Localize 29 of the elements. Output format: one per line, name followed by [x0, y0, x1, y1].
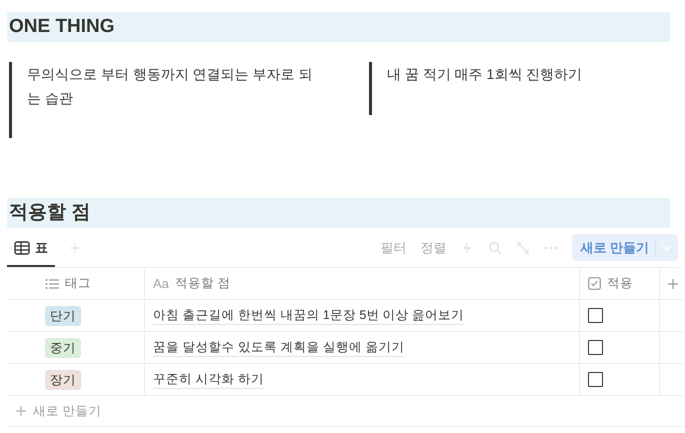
section-heading: 적용할 점: [7, 198, 670, 228]
checkbox[interactable]: [588, 308, 603, 323]
expand-icon[interactable]: [516, 240, 530, 254]
view-tab[interactable]: 표: [7, 228, 55, 267]
list-icon: [45, 278, 59, 290]
tag: 장기: [45, 370, 81, 390]
add-column-icon[interactable]: [666, 278, 678, 290]
new-row-button[interactable]: 새로 만들기: [7, 396, 685, 427]
checkbox-icon: [588, 277, 601, 290]
table-icon: [14, 240, 30, 254]
tag: 중기: [45, 338, 81, 358]
row-title[interactable]: 아침 출근길에 한번씩 내꿈의 1문장 5번 이상 읊어보기: [153, 306, 464, 324]
quote-text: 내 꿈 적기 매주 1회씩 진행하기: [387, 65, 584, 84]
row-title[interactable]: 꾸준히 시각화 하기: [153, 370, 264, 388]
checkbox[interactable]: [588, 340, 603, 355]
filter-button[interactable]: 필터: [380, 238, 406, 256]
new-button[interactable]: 새로 만들기: [572, 234, 678, 261]
column-header[interactable]: 태그: [7, 268, 145, 299]
row-title[interactable]: 꿈을 달성할수 있도록 계획을 실행에 옮기기: [153, 338, 404, 356]
plus-icon[interactable]: [69, 242, 81, 254]
checkbox[interactable]: [588, 372, 603, 387]
tag: 단기: [45, 306, 81, 326]
sort-button[interactable]: 정렬: [420, 238, 446, 256]
section-heading: ONE THING: [7, 12, 670, 42]
quote-text: 무의식으로 부터 행동까지 연결되는 부자로 되는 습관: [27, 65, 314, 108]
plus-icon: [15, 405, 27, 417]
column-header[interactable]: Aa 적용할 점: [145, 268, 580, 299]
search-icon[interactable]: [488, 240, 502, 254]
column-header[interactable]: 적용: [580, 268, 660, 299]
